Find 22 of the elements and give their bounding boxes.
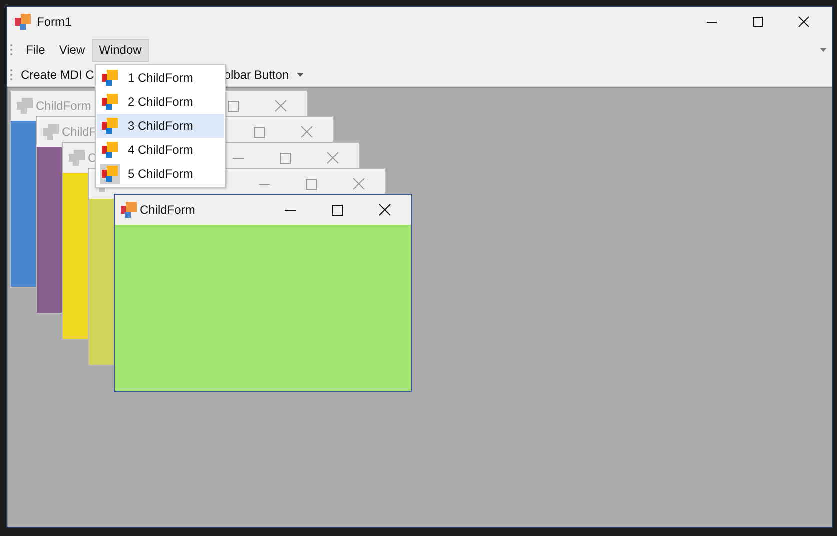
grip-icon: [10, 68, 13, 80]
grip-icon: [10, 44, 13, 56]
child-window-title: ChildF: [62, 125, 97, 139]
menu-item[interactable]: View: [52, 38, 92, 62]
window-menu-item[interactable]: 4 ChildForm: [97, 138, 224, 162]
window-menu-item[interactable]: 1 ChildForm: [97, 66, 224, 90]
child-window-title: ChildForm: [36, 99, 92, 113]
maximize-icon[interactable]: [332, 204, 343, 216]
minimize-icon[interactable]: [285, 208, 296, 212]
window-menu-item[interactable]: 5 ChildForm: [97, 162, 224, 186]
close-icon[interactable]: [379, 204, 391, 216]
caret-icon: [297, 72, 304, 76]
window-menu-item[interactable]: 3 ChildForm: [97, 114, 224, 138]
child-window-title: ChildForm: [140, 203, 196, 217]
window-menu-item[interactable]: 2 ChildForm: [97, 90, 224, 114]
menu-item[interactable]: File: [19, 38, 52, 62]
window-title: Form1: [37, 15, 72, 29]
toolbar-button[interactable]: Create MDI C: [19, 64, 96, 86]
child-window[interactable]: ChildForm: [114, 194, 412, 392]
menu-item[interactable]: Window: [92, 38, 149, 62]
app-icon: [15, 14, 31, 30]
overflow-caret-icon[interactable]: [820, 48, 827, 52]
